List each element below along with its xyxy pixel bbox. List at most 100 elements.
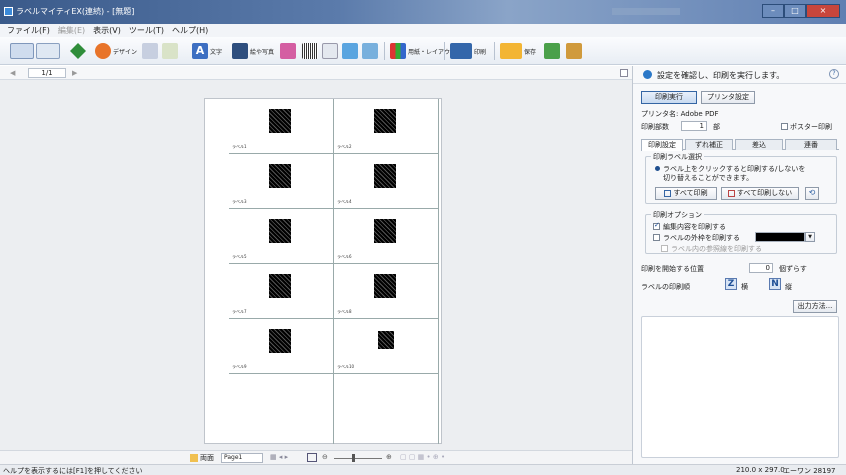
view-options-icons[interactable]: ▢ ▢ ▦ • ⊕ •: [400, 453, 445, 461]
grid-icon: [664, 189, 672, 197]
design-label: デザイン: [113, 48, 138, 56]
layout-button[interactable]: 用紙・レイアウト: [390, 42, 456, 60]
label-cell[interactable]: ラベル3: [229, 154, 334, 209]
poster-print-checkbox[interactable]: [781, 123, 788, 130]
help-icon[interactable]: ?: [829, 69, 839, 79]
image-button[interactable]: [280, 42, 296, 60]
maximize-button[interactable]: □: [784, 4, 806, 18]
label-cell[interactable]: ラベル1: [229, 99, 334, 154]
print-edit-label: 編集内容を印刷する: [663, 223, 726, 231]
photo-button[interactable]: 絵や写真: [232, 42, 274, 60]
label-cell[interactable]: ラベル10: [334, 319, 439, 374]
label-name: ラベル5: [232, 254, 247, 259]
view-mode-2-icon: [36, 43, 60, 59]
sheet-side-label[interactable]: 両面: [200, 453, 214, 463]
label-name: ラベル9: [232, 364, 247, 369]
print-options-title: 印刷オプション: [651, 210, 704, 220]
print-none-button[interactable]: すべて印刷しない: [721, 187, 799, 200]
qr-code-image: [269, 164, 291, 188]
label-name: ラベル1: [232, 144, 247, 149]
panel-message: 設定を確認し、印刷を実行します。: [657, 71, 785, 80]
horizontal-order-icon[interactable]: Z: [725, 278, 737, 290]
label-cell[interactable]: ラベル4: [334, 154, 439, 209]
shape-button[interactable]: [342, 42, 358, 60]
label-cell-empty[interactable]: [334, 374, 439, 444]
vertical-order-label: 縦: [785, 283, 792, 291]
label-sheet[interactable]: ラベル1 ラベル2 ラベル3 ラベル4 ラベル5 ラベル6 ラベル7 ラベル8 …: [204, 98, 442, 444]
next-page-icon[interactable]: ▶: [72, 69, 77, 77]
print-all-button[interactable]: すべて印刷: [655, 187, 717, 200]
label-cell[interactable]: ラベル6: [334, 209, 439, 264]
start-position-input[interactable]: 0: [749, 263, 773, 273]
view-mode-2-button[interactable]: [36, 42, 60, 60]
printer-settings-button[interactable]: プリンタ設定: [701, 91, 755, 104]
zoom-in-icon[interactable]: ⊕: [386, 453, 392, 461]
brush-icon: [142, 43, 158, 59]
label-cell[interactable]: ラベル5: [229, 209, 334, 264]
label-cell[interactable]: ラベル9: [229, 319, 334, 374]
horizontal-order-label: 横: [741, 283, 748, 291]
qr-code-image: [374, 164, 396, 188]
vertical-order-icon[interactable]: N: [769, 278, 781, 290]
copies-input[interactable]: 1: [681, 121, 707, 131]
menu-tools[interactable]: ツール(T): [126, 24, 167, 37]
print-edit-checkbox[interactable]: [653, 221, 660, 230]
outline-color-swatch[interactable]: [755, 232, 805, 242]
output-method-button[interactable]: 出力方法...: [793, 300, 837, 313]
close-button[interactable]: ×: [806, 4, 840, 18]
toolbar-separator: [384, 42, 385, 60]
print-outline-checkbox[interactable]: [653, 234, 660, 241]
minimize-button[interactable]: –: [762, 4, 784, 18]
text-icon: A: [192, 43, 208, 59]
number-button[interactable]: [322, 42, 338, 60]
save-button[interactable]: 保存: [500, 42, 536, 60]
page-indicator[interactable]: 1/1: [28, 68, 66, 78]
print-button[interactable]: 印刷: [450, 42, 486, 60]
copies-label: 印刷部数: [641, 123, 669, 131]
tab-serial-number[interactable]: 連番: [785, 139, 837, 150]
tab-merge[interactable]: 差込: [735, 139, 783, 150]
edit-button[interactable]: [70, 42, 86, 60]
zoom-out-icon[interactable]: ⊖: [322, 453, 328, 461]
tool-button[interactable]: [544, 42, 560, 60]
info-icon: [643, 70, 652, 79]
page-nav-icons[interactable]: ▦ ◂ ▸: [270, 453, 288, 461]
barcode-button[interactable]: [302, 42, 318, 60]
design-button[interactable]: デザイン: [95, 42, 137, 60]
menu-file[interactable]: ファイル(F): [4, 24, 53, 37]
prev-page-icon[interactable]: ◀: [10, 69, 15, 77]
view-mode-icon: [10, 43, 34, 59]
canvas-area[interactable]: ラベル1 ラベル2 ラベル3 ラベル4 ラベル5 ラベル6 ラベル7 ラベル8 …: [0, 80, 632, 450]
label-cell-empty[interactable]: [229, 374, 334, 444]
text-button[interactable]: A 文字: [192, 42, 222, 60]
menu-help[interactable]: ヘルプ(H): [169, 24, 211, 37]
refresh-button[interactable]: ⟲: [805, 187, 819, 200]
menu-view[interactable]: 表示(V): [90, 24, 124, 37]
color-dropdown-icon[interactable]: ▼: [805, 232, 815, 242]
menu-edit[interactable]: 編集(E): [55, 24, 88, 37]
label-cell[interactable]: ラベル7: [229, 264, 334, 319]
panel-toggle-icon[interactable]: [620, 69, 628, 77]
tab-print-settings[interactable]: 印刷設定: [641, 139, 683, 151]
label-name: ラベル2: [337, 144, 352, 149]
label-cell[interactable]: ラベル8: [334, 264, 439, 319]
tab-offset-correction[interactable]: ずれ補正: [685, 139, 733, 150]
transfer-button[interactable]: [566, 42, 582, 60]
qr-code-image: [269, 109, 291, 133]
status-bar: ヘルプを表示するには[F1]を押してください 210.0 x 297.0 エーワ…: [0, 464, 846, 475]
zoom-slider-handle[interactable]: [352, 454, 355, 462]
eraser-button[interactable]: [162, 42, 178, 60]
print-execute-button[interactable]: 印刷実行: [641, 91, 697, 104]
brush-button[interactable]: [142, 42, 158, 60]
view-mode-button[interactable]: [10, 42, 34, 60]
print-guides-checkbox[interactable]: [661, 245, 668, 252]
qr-code-image: [269, 329, 291, 353]
label-cell[interactable]: ラベル2: [334, 99, 439, 154]
qr-code-image: [374, 109, 396, 133]
zoom-slider[interactable]: [334, 458, 382, 459]
fit-page-icon[interactable]: [307, 453, 317, 462]
frame-button[interactable]: [362, 42, 378, 60]
page-name-field[interactable]: Page1: [221, 453, 263, 463]
barcode-icon: [302, 43, 318, 59]
layout-label: 用紙・レイアウト: [408, 48, 457, 56]
